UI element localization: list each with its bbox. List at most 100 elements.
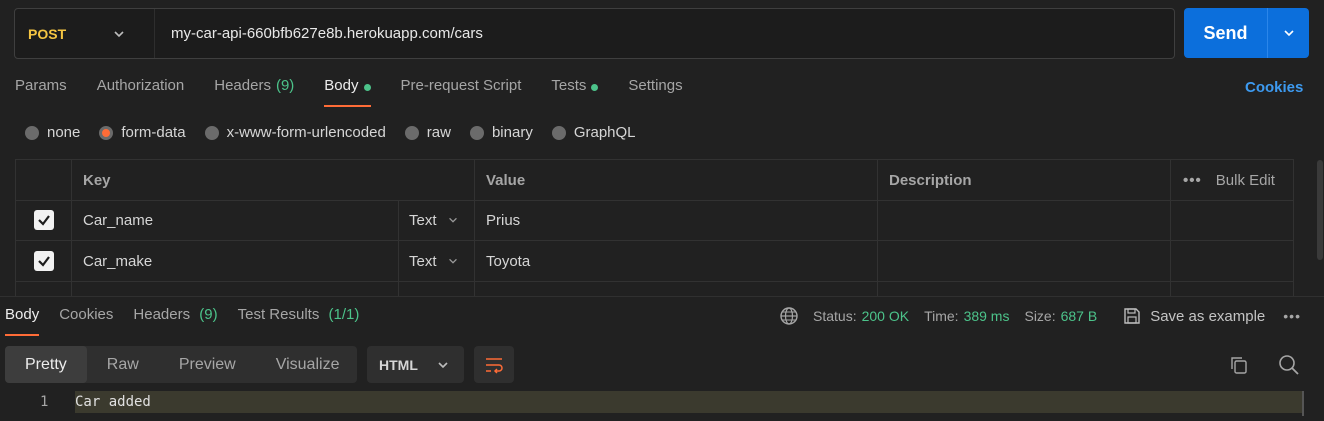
radio-binary[interactable]: binary (469, 124, 533, 141)
radio-circle-icon (551, 125, 566, 140)
response-code-line[interactable]: Car added (75, 391, 1303, 413)
more-options-icon[interactable]: ••• (1283, 308, 1301, 324)
line-number: 1 (40, 394, 49, 410)
type-select[interactable]: Text (399, 241, 475, 281)
checkmark-icon (37, 256, 50, 267)
actions-cell (1171, 282, 1293, 296)
status-value[interactable]: 200 OK (862, 308, 909, 324)
request-scrollbar[interactable] (1317, 160, 1323, 260)
more-options-icon[interactable]: ••• (1183, 172, 1202, 189)
view-visualize[interactable]: Visualize (256, 346, 360, 383)
radio-label: none (47, 124, 81, 141)
request-url-bar: POST my-car-api-660bfb627e8b.herokuapp.c… (14, 8, 1175, 59)
value-cell[interactable]: Prius (475, 200, 878, 240)
response-tab-cookies[interactable]: Cookies (59, 306, 113, 336)
chevron-down-icon (438, 361, 448, 368)
tab-settings[interactable]: Settings (628, 77, 682, 107)
globe-icon[interactable] (779, 306, 799, 326)
radio-graphql[interactable]: GraphQL (551, 124, 636, 141)
tab-pre-request-script[interactable]: Pre-request Script (401, 77, 522, 107)
key-cell[interactable] (72, 282, 399, 296)
value-cell[interactable]: Toyota (475, 241, 878, 281)
response-tab-test-results[interactable]: Test Results (1/1) (238, 306, 360, 336)
status-label: Status: (813, 308, 857, 324)
radio-label: raw (426, 124, 451, 141)
description-cell[interactable] (878, 200, 1171, 240)
wrap-lines-button[interactable] (474, 346, 514, 383)
cookies-link[interactable]: Cookies (1245, 79, 1303, 96)
radio-circle-icon (469, 125, 484, 140)
headers-count: (9) (199, 306, 218, 323)
tab-label: Pre-request Script (400, 77, 522, 94)
radio-label: GraphQL (573, 124, 636, 141)
value-cell[interactable] (475, 282, 878, 296)
chevron-down-icon (1283, 30, 1294, 37)
size-value[interactable]: 687 B (1061, 308, 1098, 324)
send-button[interactable]: Send (1184, 8, 1268, 58)
description-cell[interactable] (878, 241, 1171, 281)
view-raw[interactable]: Raw (87, 346, 159, 383)
url-input[interactable]: my-car-api-660bfb627e8b.herokuapp.com/ca… (155, 25, 483, 42)
radio-x-www-form-urlencoded[interactable]: x-www-form-urlencoded (204, 124, 386, 141)
radio-none[interactable]: none (25, 124, 80, 141)
tab-headers[interactable]: Headers (9) (214, 77, 294, 107)
table-row-empty (16, 282, 1293, 296)
row-checkbox-cell (16, 241, 72, 281)
format-select[interactable]: HTML (367, 346, 464, 383)
tab-body[interactable]: Body (324, 77, 371, 107)
type-label: Text (409, 211, 437, 229)
key-cell[interactable]: Car_make (72, 241, 399, 281)
actions-cell (1171, 200, 1293, 240)
row-checkbox[interactable] (33, 251, 54, 271)
tab-tests[interactable]: Tests (551, 77, 599, 107)
response-scrollbar[interactable] (1302, 391, 1304, 416)
bulk-edit-button[interactable]: Bulk Edit (1216, 172, 1275, 189)
chevron-down-icon (114, 30, 124, 37)
request-tabs: Params Authorization Headers (9) Body Pre… (15, 77, 713, 107)
search-icon[interactable] (1278, 354, 1300, 376)
tab-label: Authorization (96, 77, 185, 94)
tab-label: Body (324, 77, 359, 94)
view-mode-group: Pretty Raw Preview Visualize (5, 346, 357, 383)
save-icon (1124, 308, 1140, 324)
send-button-group: Send (1184, 8, 1309, 58)
view-pretty[interactable]: Pretty (5, 346, 87, 383)
type-select[interactable]: Text (399, 200, 475, 240)
headers-count: (9) (275, 77, 295, 94)
time-value[interactable]: 389 ms (964, 308, 1010, 324)
radio-form-data[interactable]: form-data (99, 124, 186, 141)
radio-raw[interactable]: raw (404, 124, 451, 141)
tab-label: Cookies (59, 306, 114, 323)
tab-label: Params (15, 77, 67, 94)
radio-circle-icon (404, 125, 419, 140)
tab-authorization[interactable]: Authorization (97, 77, 185, 107)
save-as-example-button[interactable]: Save as example (1122, 306, 1265, 326)
view-preview[interactable]: Preview (159, 346, 256, 383)
row-checkbox[interactable] (33, 210, 54, 230)
radio-label: binary (491, 124, 533, 141)
table-header: Key Value Description ••• Bulk Edit (16, 160, 1293, 201)
description-cell[interactable] (878, 282, 1171, 296)
table-row: Car_make Text Toyota (16, 241, 1293, 282)
time-label: Time: (924, 308, 959, 324)
radio-selected-icon (99, 125, 114, 140)
tab-label: Tests (551, 77, 587, 94)
header-key: Key (72, 160, 475, 200)
copy-icon[interactable] (1229, 355, 1249, 375)
pane-divider[interactable] (0, 296, 1324, 297)
header-actions: ••• Bulk Edit (1171, 160, 1293, 200)
status-dot-icon (591, 84, 599, 91)
response-tabs: Body Cookies Headers (9) Test Results (1… (5, 306, 379, 336)
header-checkbox-cell (16, 160, 72, 200)
send-options-button[interactable] (1268, 8, 1309, 58)
tab-params[interactable]: Params (15, 77, 67, 107)
checkmark-icon (37, 215, 50, 226)
response-tab-headers[interactable]: Headers (9) (133, 306, 217, 336)
actions-cell (1171, 241, 1293, 281)
tab-label: Headers (133, 306, 191, 323)
key-cell[interactable]: Car_name (72, 200, 399, 240)
radio-circle-icon (204, 125, 219, 140)
method-select[interactable]: POST (15, 9, 155, 58)
test-results-count: (1/1) (328, 306, 360, 323)
response-tab-body[interactable]: Body (5, 306, 40, 336)
